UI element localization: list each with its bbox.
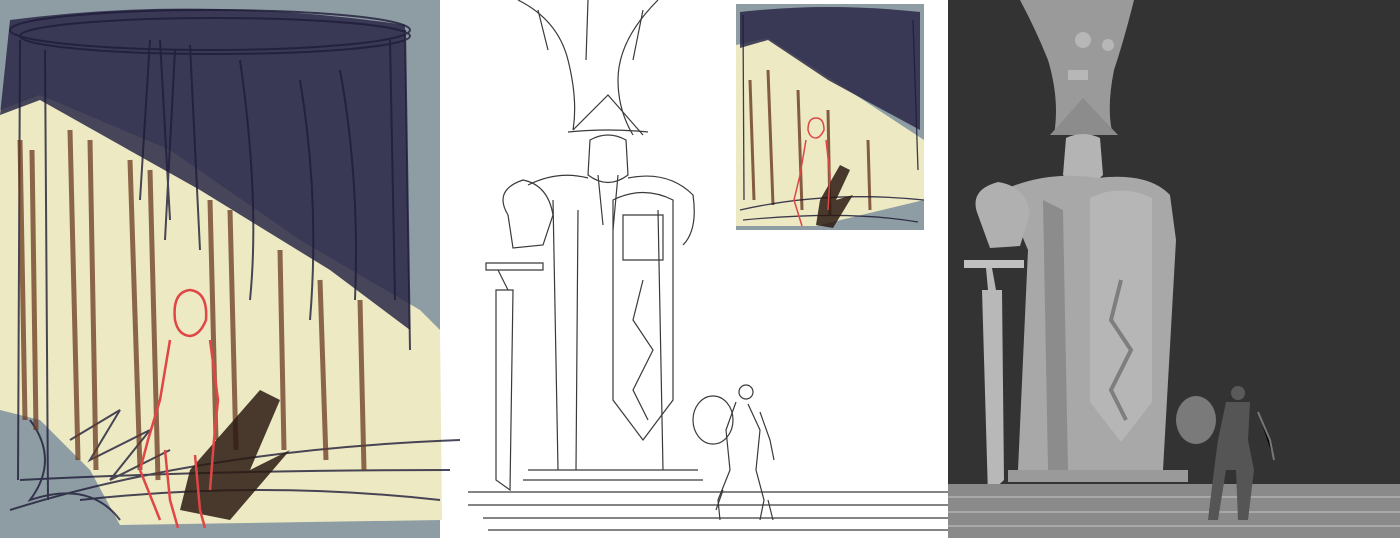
- statue-shield: [1090, 190, 1152, 442]
- pedestal: [1008, 470, 1188, 482]
- inset-color-thumbnail: [736, 4, 925, 230]
- sword-guard: [964, 260, 1024, 268]
- line-sketch-artwork: [468, 0, 948, 531]
- value-render-panel: [948, 0, 1400, 538]
- line-sketch-panel: [468, 0, 948, 538]
- value-render-artwork: [948, 0, 1400, 538]
- color-thumbnail-artwork: [0, 0, 461, 538]
- color-thumbnail-panel: [0, 0, 468, 538]
- warrior-line-drawing: [692, 384, 775, 521]
